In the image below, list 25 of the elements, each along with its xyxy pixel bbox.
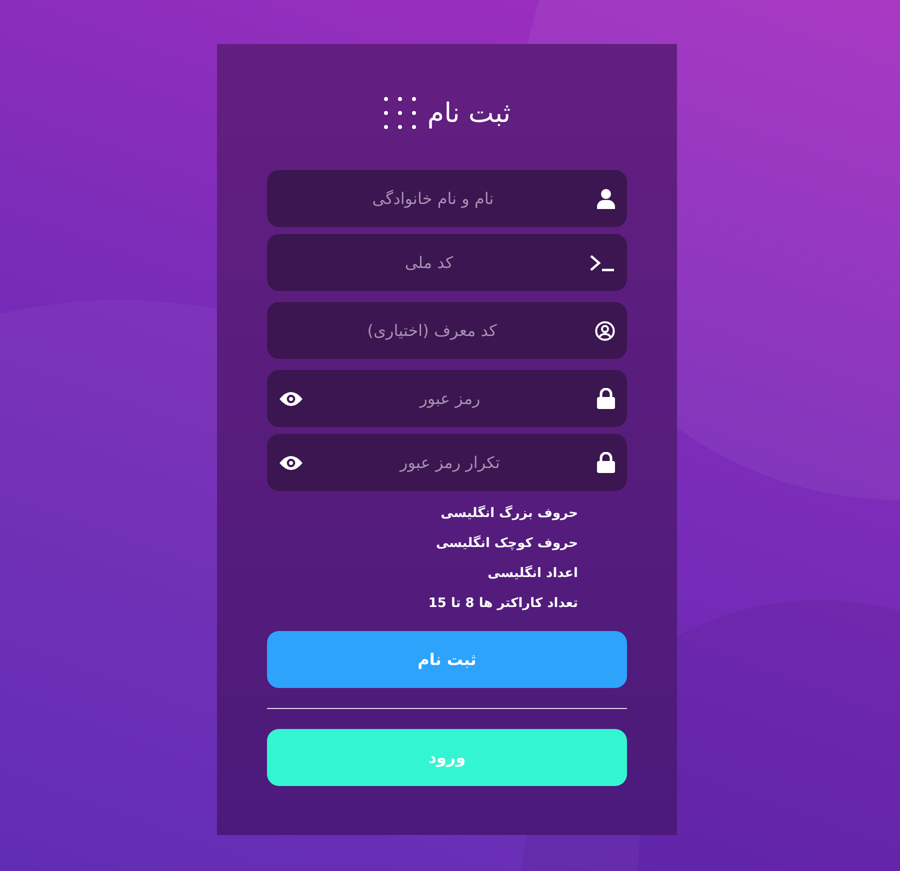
password-rule: حروف کوچک انگلیسی — [436, 534, 578, 553]
password-rule: حروف بزرگ انگلیسی — [440, 504, 578, 523]
register-button[interactable]: ثبت نام — [267, 631, 627, 688]
terminal-icon — [589, 254, 615, 272]
form-title: ثبت نام — [427, 98, 511, 128]
input-field[interactable]: رمز عبور — [267, 370, 627, 427]
text-input[interactable]: کد ملی — [279, 242, 579, 284]
eye-icon[interactable] — [279, 454, 303, 470]
lock-icon — [597, 452, 615, 473]
password-rule: اعداد انگلیسی — [488, 564, 578, 583]
text-input[interactable]: نام و نام خانوادگی — [279, 178, 587, 220]
user-circle-icon — [595, 320, 615, 340]
input-field[interactable]: نام و نام خانوادگی — [267, 170, 627, 227]
lock-icon — [597, 388, 615, 409]
eye-icon[interactable] — [279, 390, 303, 406]
grid-dots-icon — [383, 96, 418, 130]
password-rule: تعداد کاراکتر ها 8 تا 15 — [428, 595, 578, 613]
text-input[interactable]: رمز عبور — [313, 378, 587, 420]
text-input[interactable]: کد معرف (اختیاری) — [279, 310, 585, 352]
login-button[interactable]: ورود — [267, 729, 627, 786]
input-field[interactable]: تکرار رمز عبور — [267, 434, 627, 491]
user-icon — [597, 188, 615, 208]
text-input[interactable]: تکرار رمز عبور — [313, 442, 587, 484]
input-field[interactable]: کد ملی — [267, 234, 627, 291]
input-field[interactable]: کد معرف (اختیاری) — [267, 302, 627, 359]
